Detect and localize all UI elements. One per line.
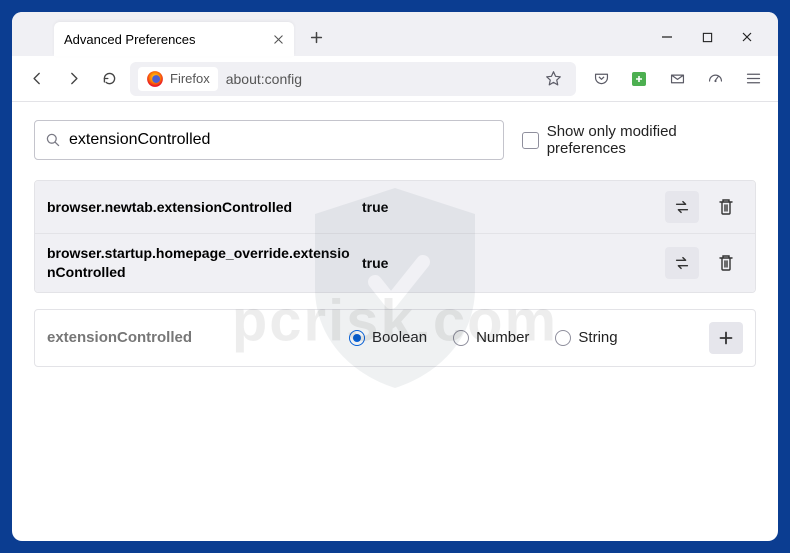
- new-tab-button[interactable]: [302, 23, 330, 51]
- delete-button[interactable]: [709, 191, 743, 223]
- dashboard-icon[interactable]: [700, 64, 730, 94]
- app-menu-icon[interactable]: [738, 64, 768, 94]
- new-preference-row: extensionControlled Boolean Number Strin…: [34, 309, 756, 367]
- pref-name: browser.startup.homepage_override.extens…: [47, 244, 352, 282]
- modified-only-toggle[interactable]: Show only modified preferences: [522, 123, 756, 157]
- radio-label: Number: [476, 329, 529, 346]
- type-radio-group: Boolean Number String: [349, 329, 697, 346]
- radio-icon: [349, 330, 365, 346]
- pref-name: browser.newtab.extensionControlled: [47, 198, 352, 217]
- toggle-button[interactable]: [665, 247, 699, 279]
- url-bar[interactable]: Firefox about:config: [130, 62, 576, 96]
- pocket-icon[interactable]: [586, 64, 616, 94]
- forward-button[interactable]: [58, 64, 88, 94]
- new-pref-name: extensionControlled: [47, 329, 337, 346]
- inbox-icon[interactable]: [662, 64, 692, 94]
- close-window-button[interactable]: [740, 30, 754, 44]
- search-icon: [45, 132, 61, 148]
- window-controls: [660, 30, 772, 44]
- bookmark-star-icon[interactable]: [538, 64, 568, 94]
- delete-button[interactable]: [709, 247, 743, 279]
- browser-window: Advanced Preferences: [12, 12, 778, 541]
- radio-number[interactable]: Number: [453, 329, 529, 346]
- toggle-button[interactable]: [665, 191, 699, 223]
- radio-icon: [453, 330, 469, 346]
- toolbar-actions: [582, 64, 768, 94]
- preferences-list: browser.newtab.extensionControlled true …: [34, 180, 756, 293]
- maximize-button[interactable]: [700, 30, 714, 44]
- navigation-toolbar: Firefox about:config: [12, 56, 778, 102]
- search-row: Show only modified preferences: [34, 120, 756, 160]
- url-text: about:config: [226, 71, 302, 87]
- add-preference-button[interactable]: [709, 322, 743, 354]
- pref-row[interactable]: browser.startup.homepage_override.extens…: [35, 234, 755, 292]
- pref-value: true: [362, 255, 655, 271]
- minimize-button[interactable]: [660, 30, 674, 44]
- radio-boolean[interactable]: Boolean: [349, 329, 427, 346]
- firefox-logo-icon: [146, 70, 164, 88]
- radio-string[interactable]: String: [555, 329, 617, 346]
- reload-button[interactable]: [94, 64, 124, 94]
- modified-only-label: Show only modified preferences: [547, 123, 756, 157]
- extension-icon[interactable]: [624, 64, 654, 94]
- identity-label: Firefox: [170, 71, 210, 86]
- pref-row[interactable]: browser.newtab.extensionControlled true: [35, 181, 755, 234]
- radio-icon: [555, 330, 571, 346]
- tab-title: Advanced Preferences: [64, 32, 196, 47]
- identity-box[interactable]: Firefox: [138, 67, 218, 91]
- pref-value: true: [362, 199, 655, 215]
- search-input[interactable]: [69, 131, 493, 149]
- checkbox-icon[interactable]: [522, 132, 539, 149]
- radio-label: String: [578, 329, 617, 346]
- back-button[interactable]: [22, 64, 52, 94]
- tab-advanced-preferences[interactable]: Advanced Preferences: [54, 22, 294, 56]
- close-tab-icon[interactable]: [273, 34, 284, 45]
- search-box[interactable]: [34, 120, 504, 160]
- tab-bar: Advanced Preferences: [12, 12, 778, 56]
- radio-label: Boolean: [372, 329, 427, 346]
- about-config-content: Show only modified preferences browser.n…: [12, 102, 778, 541]
